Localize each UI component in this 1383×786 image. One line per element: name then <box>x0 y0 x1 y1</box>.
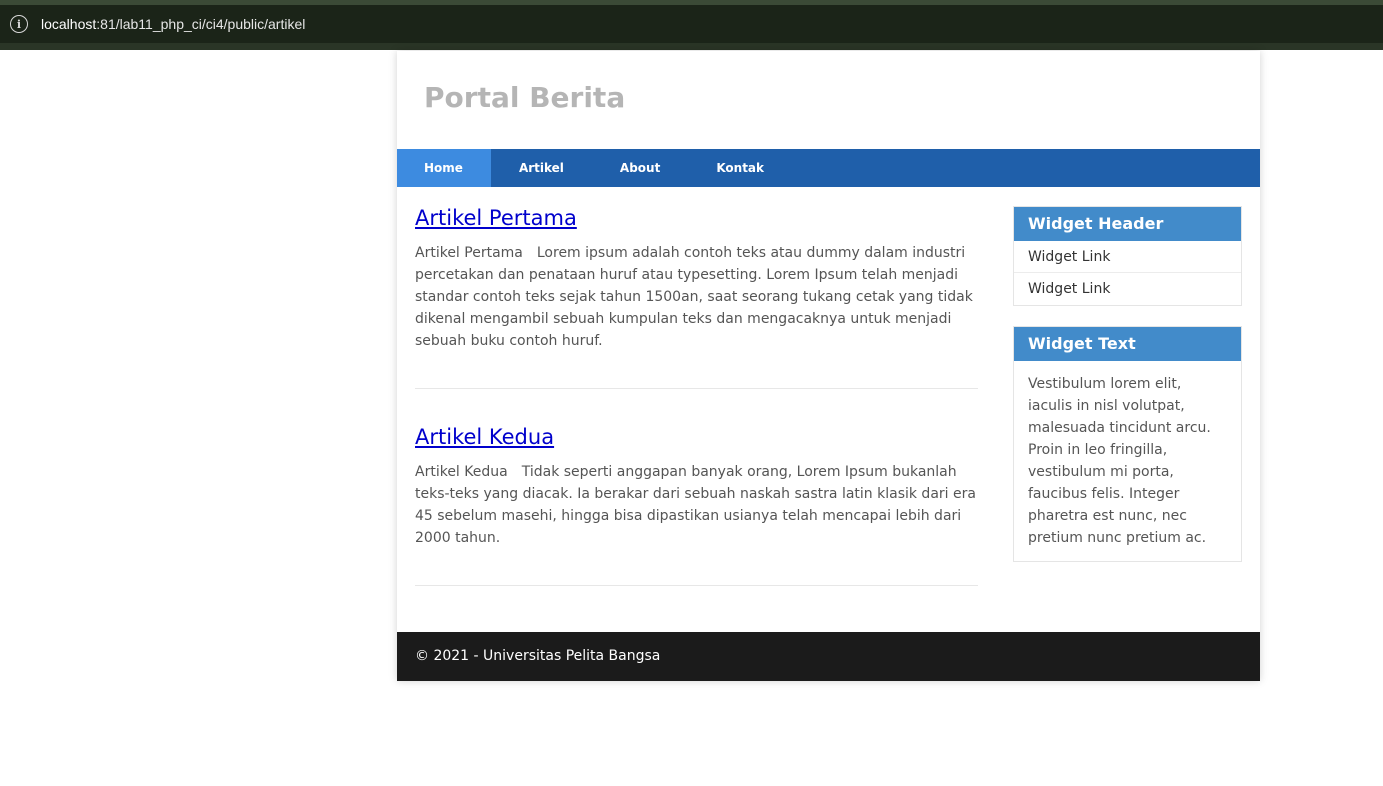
article-body: Artikel Kedua Tidak seperti anggapan bany… <box>415 461 978 549</box>
browser-toolbar: i localhost:81/lab11_php_ci/ci4/public/a… <box>0 0 1383 50</box>
site-header: Portal Berita <box>397 51 1260 149</box>
url-text[interactable]: localhost:81/lab11_php_ci/ci4/public/art… <box>41 16 305 32</box>
page-container: Portal Berita Home Artikel About Kontak … <box>397 51 1260 681</box>
main-nav: Home Artikel About Kontak <box>397 149 1260 187</box>
widget-header-title: Widget Header <box>1014 207 1241 241</box>
article-body: Artikel Pertama Lorem ipsum adalah contoh… <box>415 242 978 352</box>
article-image-broken: Artikel Kedua <box>415 464 508 480</box>
nav-item-kontak[interactable]: Kontak <box>688 149 792 187</box>
article-title-link[interactable]: Artikel Kedua <box>415 425 554 449</box>
article-list: Artikel Pertama Artikel Pertama Lorem ips… <box>415 206 978 622</box>
nav-item-home[interactable]: Home <box>397 149 491 187</box>
sidebar: Widget Header Widget Link Widget Link Wi… <box>1013 206 1242 582</box>
site-info-icon[interactable]: i <box>10 15 28 33</box>
widget-text-body: Vestibulum lorem elit, iaculis in nisl v… <box>1028 376 1211 546</box>
article-image-broken: Artikel Pertama <box>415 245 523 261</box>
nav-item-about[interactable]: About <box>592 149 688 187</box>
article-title-link[interactable]: Artikel Pertama <box>415 206 577 230</box>
widget-text-title: Widget Text <box>1014 327 1241 361</box>
site-footer: © 2021 - Universitas Pelita Bangsa <box>397 632 1260 681</box>
widget-header: Widget Header Widget Link Widget Link <box>1013 206 1242 306</box>
address-bar[interactable]: i localhost:81/lab11_php_ci/ci4/public/a… <box>0 5 1383 43</box>
widget-link[interactable]: Widget Link <box>1014 241 1241 273</box>
widget-text: Widget Text Vestibulum lorem elit, iacul… <box>1013 326 1242 562</box>
article-title: Artikel Kedua <box>415 425 978 449</box>
article-item: Artikel Pertama Artikel Pertama Lorem ips… <box>415 206 978 389</box>
widget-link[interactable]: Widget Link <box>1014 273 1241 305</box>
footer-copyright: © 2021 - Universitas Pelita Bangsa <box>415 648 661 664</box>
nav-item-artikel[interactable]: Artikel <box>491 149 592 187</box>
article-item: Artikel Kedua Artikel Kedua Tidak seperti… <box>415 425 978 586</box>
site-title: Portal Berita <box>424 81 626 114</box>
article-title: Artikel Pertama <box>415 206 978 230</box>
